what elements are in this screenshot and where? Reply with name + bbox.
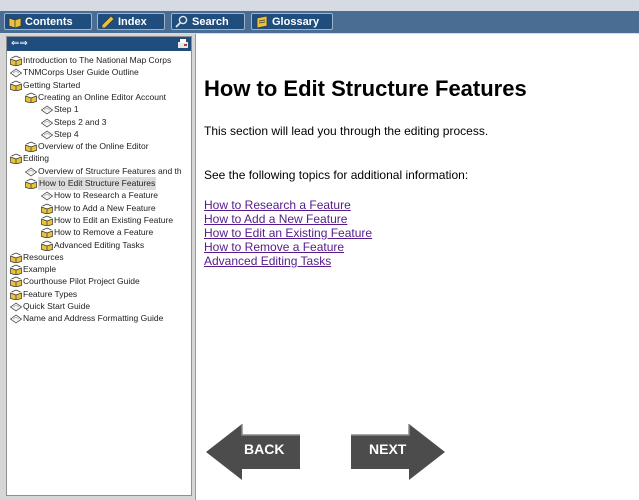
page-icon (10, 68, 22, 78)
print-icon[interactable] (177, 38, 189, 50)
book-open-icon (10, 252, 22, 263)
book-icon (8, 17, 22, 28)
toc-item-label: Resources (23, 251, 64, 262)
toc-item-label: Advanced Editing Tasks (54, 239, 145, 250)
tab-index-label: Index (118, 16, 147, 28)
tab-search[interactable]: Search (171, 13, 245, 30)
link-research-feature[interactable]: How to Research a Feature (204, 198, 351, 212)
book-open-icon (10, 55, 22, 66)
book-open-icon (25, 92, 37, 103)
back-button-label: BACK (244, 441, 285, 457)
link-edit-existing-feature[interactable]: How to Edit an Existing Feature (204, 226, 372, 240)
toc-item-label: Name and Address Formatting Guide (23, 313, 164, 324)
tab-index[interactable]: Index (97, 13, 165, 30)
toc-item-label: Overview of the Online Editor (38, 141, 149, 152)
toc-item-label: Overview of Structure Features and th (38, 165, 182, 176)
book-open-icon (10, 80, 22, 91)
page-icon (41, 118, 53, 127)
toc-toolbar: ⇐⇒ (7, 37, 191, 51)
glossary-icon (256, 15, 268, 28)
top-toolbar: Contents Index Search Glossary (0, 0, 639, 34)
tab-glossary[interactable]: Glossary (251, 13, 333, 30)
page-icon (41, 191, 53, 201)
toc-item-label: Editing (23, 153, 49, 164)
page-title: How to Edit Structure Features (204, 76, 527, 101)
book-open-icon (41, 227, 53, 239)
navigation-pane: ⇐⇒ Introduction to The National Map Corp… (0, 34, 196, 500)
page-icon (10, 314, 22, 324)
toc-item-label: Step 1 (54, 104, 79, 115)
toc-item-label: Steps 2 and 3 (54, 116, 107, 127)
magnifier-icon (175, 15, 188, 28)
link-remove-feature[interactable]: How to Remove a Feature (204, 240, 344, 254)
toc-item-label: How to Edit Structure Features (38, 177, 157, 190)
tab-search-label: Search (192, 16, 229, 28)
content-pane: How to Edit Structure Features This sect… (197, 34, 639, 500)
toc-item-label: How to Edit an Existing Feature (54, 214, 174, 225)
toc-tree[interactable]: ⇐⇒ Introduction to The National Map Corp… (6, 36, 192, 496)
tab-contents[interactable]: Contents (4, 13, 92, 30)
toc-item-label: Feature Types (23, 288, 78, 299)
toc-item-label: Quick Start Guide (23, 301, 91, 311)
book-open-icon (10, 154, 22, 165)
tab-glossary-label: Glossary (272, 16, 320, 28)
see-also-text: See the following topics for additional … (204, 168, 469, 182)
back-button[interactable]: BACK (204, 423, 304, 481)
toc-item-label: Getting Started (23, 79, 81, 90)
pencil-icon (101, 15, 115, 28)
toc-item-label: Courthouse Pilot Project Guide (23, 276, 140, 287)
sync-arrows-icon[interactable]: ⇐⇒ (11, 37, 28, 50)
next-button-label: NEXT (369, 441, 407, 457)
toc-item-label: Introduction to The National Map Corps (23, 55, 172, 65)
toc-item-label: Creating an Online Editor Account (38, 91, 167, 102)
page-icon (10, 302, 22, 312)
intro-text: This section will lead you through the e… (204, 124, 489, 138)
toc-item-label: Example (23, 264, 57, 275)
book-open-icon (41, 215, 53, 226)
book-open-icon (41, 203, 53, 214)
toc-item-label: How to Research a Feature (54, 190, 158, 201)
page-icon (41, 130, 53, 140)
tab-contents-label: Contents (25, 16, 73, 28)
toc-item-label: Step 4 (54, 128, 79, 139)
book-open-icon (41, 240, 53, 251)
book-open-icon (10, 264, 22, 276)
toc-item-label: TNMCorps User Guide Outline (23, 67, 139, 78)
book-open-icon (25, 141, 37, 153)
toc-item-label: How to Add a New Feature (54, 202, 156, 213)
book-open-icon (10, 289, 22, 300)
book-open-icon (10, 277, 22, 288)
link-add-new-feature[interactable]: How to Add a New Feature (204, 212, 347, 226)
page-icon (25, 167, 37, 177)
link-advanced-editing-tasks[interactable]: Advanced Editing Tasks (204, 254, 331, 268)
next-button[interactable]: NEXT (347, 423, 447, 481)
page-icon (41, 105, 53, 115)
book-open-icon (25, 178, 37, 189)
toc-item-label: How to Remove a Feature (54, 227, 154, 238)
